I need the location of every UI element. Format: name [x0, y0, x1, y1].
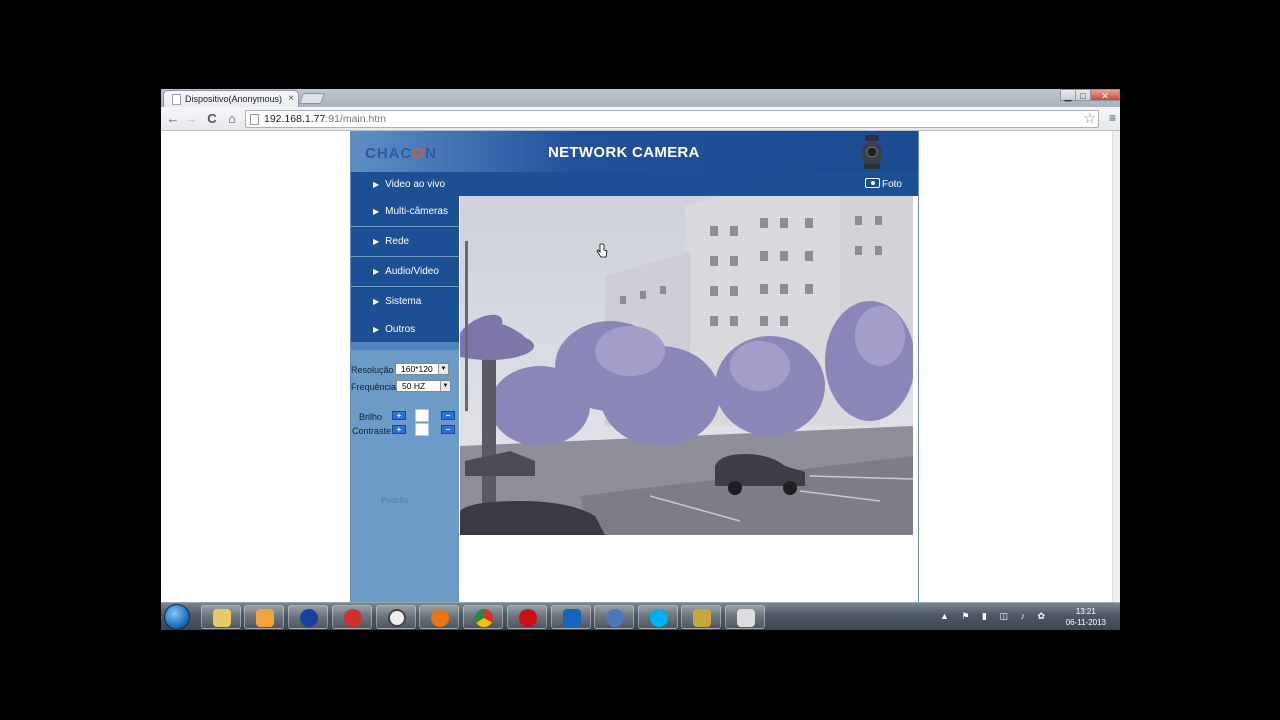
back-icon[interactable]: ←: [165, 111, 181, 127]
tab-title: Dispositivo(Anonymous): [185, 94, 283, 104]
brightness-value-box: [415, 409, 429, 422]
page-favicon-icon: [172, 94, 181, 105]
system-tray[interactable]: ▲ ⚑ ▮ ◫ ♪ ✿: [940, 611, 1050, 622]
taskbar-app-9[interactable]: [551, 605, 591, 629]
windows-taskbar: ▲ ⚑ ▮ ◫ ♪ ✿ 13:21 06-11-2013: [161, 602, 1120, 630]
screen: Dispositivo(Anonymous) × ▁ □ ✕ ← → C ⌂ 1…: [161, 89, 1120, 630]
contrast-label: Contraste: [352, 426, 392, 436]
close-window-button[interactable]: ✕: [1090, 89, 1120, 101]
page-title: NETWORK CAMERA: [548, 144, 700, 161]
taskbar-app-5[interactable]: [376, 605, 416, 629]
arrow-right-icon: ▶: [373, 325, 380, 334]
start-button[interactable]: [164, 604, 190, 630]
url-path: :91/main.htm: [325, 113, 387, 125]
app-icon: [563, 609, 581, 627]
contrast-value-box: [415, 423, 429, 436]
taskbar-app-10[interactable]: [594, 605, 634, 629]
taskbar-app-4[interactable]: [332, 605, 372, 629]
taskbar-opera[interactable]: [507, 605, 547, 629]
bookmark-star-icon[interactable]: ☆: [1083, 110, 1096, 127]
camera-app-icon: [737, 609, 755, 627]
page-icon: [250, 114, 259, 125]
home-icon[interactable]: ⌂: [224, 111, 240, 127]
menu-separator: [351, 342, 459, 350]
taskbar-app-13[interactable]: [725, 605, 765, 629]
resolution-label: Resolução: [351, 365, 394, 375]
header-banner: CHACON NETWORK CAMERA: [351, 131, 918, 172]
browser-menu-icon[interactable]: ≡: [1109, 111, 1116, 125]
browser-tabstrip: Dispositivo(Anonymous) × ▁ □ ✕: [161, 89, 1120, 107]
camera-icon: [864, 178, 880, 188]
contrast-minus-button[interactable]: −: [441, 425, 455, 434]
taskbar-explorer[interactable]: [201, 605, 241, 629]
live-video-feed: [460, 196, 913, 535]
camera-device-icon: [862, 135, 882, 169]
mouse-cursor-hand-icon: [596, 243, 608, 258]
vertical-scrollbar[interactable]: [1112, 131, 1120, 602]
firefox-icon: [431, 609, 449, 627]
chacon-logo: CHACON: [365, 145, 437, 162]
arrow-right-icon: ▶: [373, 297, 380, 306]
frequency-select[interactable]: 50 HZ ▼: [396, 380, 451, 392]
taskbar-skype[interactable]: [638, 605, 678, 629]
menu-item-audio-video[interactable]: ▶ Audio/Video: [351, 257, 459, 287]
resolution-select[interactable]: 160*120 ▼: [395, 363, 449, 375]
frequency-label: Frequência: [351, 382, 397, 392]
arrow-right-icon: ▶: [373, 237, 380, 246]
taskbar-app-12[interactable]: [681, 605, 721, 629]
taskbar-chrome[interactable]: [463, 605, 503, 629]
arrow-right-icon: ▶: [373, 207, 380, 216]
contrast-plus-button[interactable]: +: [392, 425, 406, 434]
sidebar: ▶ Video ao vivo ▶ Multi-câmeras ▶ Rede ▶ Aud…: [351, 172, 459, 602]
photo-button[interactable]: Foto: [864, 178, 902, 190]
clock-date: 06-11-2013: [1065, 618, 1106, 627]
brightness-plus-button[interactable]: +: [392, 411, 406, 420]
reload-icon[interactable]: C: [204, 111, 220, 127]
chevron-down-icon: ▼: [440, 381, 450, 391]
opera-icon: [519, 609, 537, 627]
pin-icon: [344, 609, 362, 627]
chevron-down-icon: ▼: [438, 364, 448, 374]
page-viewport: CHACON NETWORK CAMERA ▶ Video ao vivo ▶ Mu…: [161, 131, 1120, 602]
new-tab-button[interactable]: [298, 93, 326, 104]
app-icon: [693, 609, 711, 627]
address-bar[interactable]: 192.168.1.77:91/main.htm: [245, 110, 1099, 128]
app-icon: [300, 609, 318, 627]
taskbar-media-player[interactable]: [244, 605, 284, 629]
skype-icon: [650, 609, 668, 627]
menu-item-rede[interactable]: ▶ Rede: [351, 227, 459, 257]
menu-item-sistema[interactable]: ▶ Sistema: [351, 287, 459, 317]
taskbar-app-3[interactable]: [288, 605, 328, 629]
maximize-button[interactable]: □: [1075, 89, 1091, 101]
taskbar-firefox[interactable]: [419, 605, 459, 629]
browser-tab[interactable]: Dispositivo(Anonymous) ×: [163, 90, 299, 107]
folder-icon: [213, 609, 231, 627]
video-frame-image: [460, 196, 913, 535]
forward-icon[interactable]: →: [183, 111, 199, 127]
video-toolbar: Foto: [459, 172, 918, 196]
minimize-button[interactable]: ▁: [1060, 89, 1076, 101]
clock-app-icon: [388, 609, 406, 627]
app-icon: [606, 609, 624, 627]
window-controls: ▁ □ ✕: [1060, 89, 1120, 101]
camera-app: CHACON NETWORK CAMERA ▶ Video ao vivo ▶ Mu…: [350, 131, 919, 602]
arrow-right-icon: ▶: [373, 267, 380, 276]
menu-item-video-ao-vivo[interactable]: ▶ Video ao vivo: [351, 172, 459, 200]
arrow-right-icon: ▶: [373, 180, 380, 189]
media-player-icon: [256, 609, 274, 627]
taskbar-clock[interactable]: 13:21 06-11-2013: [1066, 606, 1106, 628]
url-host: 192.168.1.77: [264, 113, 326, 125]
clock-time: 13:21: [1075, 607, 1096, 616]
chrome-icon: [475, 609, 493, 627]
menu-item-outros[interactable]: ▶ Outros: [351, 316, 459, 343]
tab-close-icon[interactable]: ×: [288, 93, 294, 104]
brightness-minus-button[interactable]: −: [441, 411, 455, 420]
default-link[interactable]: Padrão: [381, 495, 408, 505]
browser-toolbar: ← → C ⌂ 192.168.1.77:91/main.htm ☆ ≡: [161, 107, 1120, 131]
menu-item-multi-cameras[interactable]: ▶ Multi-câmeras: [351, 199, 459, 227]
brightness-label: Brilho: [359, 412, 383, 422]
